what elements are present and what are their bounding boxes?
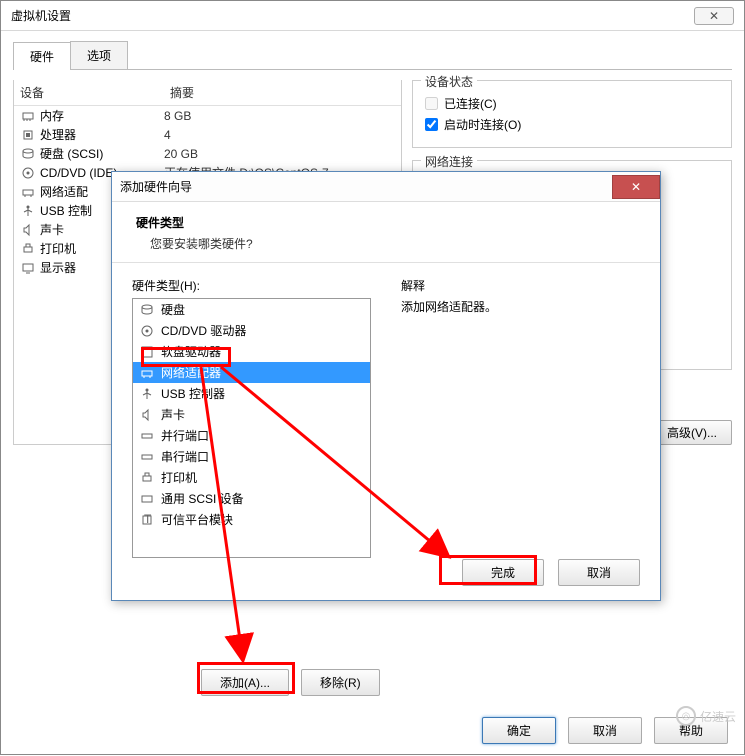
hardware-item-label: CD/DVD 驱动器 (161, 322, 246, 339)
watermark-text: 亿速云 (700, 708, 736, 725)
tpm-icon: T (139, 513, 155, 527)
device-row[interactable]: 内存 8 GB (14, 106, 401, 125)
net-icon (20, 185, 36, 199)
device-name: 处理器 (40, 126, 76, 143)
device-row[interactable]: 硬盘 (SCSI) 20 GB (14, 144, 401, 163)
device-summary: 20 GB (164, 147, 395, 161)
device-name: 网络适配 (40, 183, 88, 200)
hardware-item-label: 硬盘 (161, 301, 185, 318)
wizard-titlebar: 添加硬件向导 ✕ (112, 172, 660, 202)
window-title: 虚拟机设置 (11, 7, 71, 24)
display-icon (20, 261, 36, 275)
connect-on-start-label: 启动时连接(O) (444, 116, 521, 133)
col-device: 设备 (14, 80, 164, 105)
device-name: 打印机 (40, 240, 76, 257)
connect-on-start-checkbox[interactable]: 启动时连接(O) (425, 116, 719, 133)
hardware-item[interactable]: 串行端口 (133, 446, 370, 467)
hardware-item[interactable]: 硬盘 (133, 299, 370, 320)
netbox-title: 网络连接 (421, 153, 477, 170)
memory-icon (20, 109, 36, 123)
hardware-item-label: 声卡 (161, 406, 185, 423)
hardware-item-label: 网络适配器 (161, 364, 221, 381)
cpu-icon (20, 128, 36, 142)
device-name: 硬盘 (SCSI) (40, 145, 103, 162)
hardware-item[interactable]: 网络适配器 (133, 362, 370, 383)
scsi-icon (139, 492, 155, 506)
description-label: 解释 (401, 277, 640, 294)
description-text: 添加网络适配器。 (401, 298, 640, 315)
connected-input (425, 97, 438, 110)
device-status-group: 设备状态 已连接(C) 启动时连接(O) (412, 80, 732, 148)
titlebar: 虚拟机设置 ✕ (1, 1, 744, 31)
status-title: 设备状态 (421, 73, 477, 90)
wizard-header: 硬件类型 您要安装哪类硬件? (112, 202, 660, 263)
tab-hardware[interactable]: 硬件 (13, 42, 71, 70)
hardware-type-label: 硬件类型(H): (132, 277, 371, 294)
advanced-button[interactable]: 高级(V)... (652, 420, 732, 445)
hardware-item[interactable]: 并行端口 (133, 425, 370, 446)
hardware-type-list[interactable]: 硬盘 CD/DVD 驱动器软盘驱动器网络适配器 USB 控制器声卡并行端口串行端口打… (132, 298, 371, 558)
net-icon (139, 366, 155, 380)
port-icon (139, 429, 155, 443)
device-summary: 8 GB (164, 109, 395, 123)
connect-on-start-input[interactable] (425, 118, 438, 131)
hardware-item[interactable]: T 可信平台模块 (133, 509, 370, 530)
printer-icon (20, 242, 36, 256)
usb-icon (139, 387, 155, 401)
hardware-item-label: 串行端口 (161, 448, 209, 465)
wizard-title: 添加硬件向导 (120, 178, 192, 195)
device-row[interactable]: 处理器 4 (14, 125, 401, 144)
device-name: 声卡 (40, 221, 64, 238)
hardware-item-label: 软盘驱动器 (161, 343, 221, 360)
hardware-item[interactable]: 通用 SCSI 设备 (133, 488, 370, 509)
disk-icon (20, 147, 36, 161)
wizard-heading: 硬件类型 (136, 214, 636, 231)
watermark: ◎ 亿速云 (676, 706, 736, 726)
device-name: CD/DVD (IDE) (40, 166, 117, 180)
device-name: USB 控制 (40, 202, 92, 219)
wizard-cancel-button[interactable]: 取消 (558, 559, 640, 586)
sound-icon (20, 223, 36, 237)
hardware-item-label: 并行端口 (161, 427, 209, 444)
connected-label: 已连接(C) (444, 95, 497, 112)
ok-button[interactable]: 确定 (482, 717, 556, 744)
svg-text:T: T (144, 513, 152, 526)
hardware-item-label: 可信平台模块 (161, 511, 233, 528)
hardware-item-label: 打印机 (161, 469, 197, 486)
hardware-item[interactable]: USB 控制器 (133, 383, 370, 404)
device-summary: 4 (164, 128, 395, 142)
hardware-item[interactable]: 软盘驱动器 (133, 341, 370, 362)
remove-button[interactable]: 移除(R) (301, 669, 380, 696)
hardware-item-label: 通用 SCSI 设备 (161, 490, 244, 507)
device-name: 内存 (40, 107, 64, 124)
usb-icon (20, 204, 36, 218)
cancel-button[interactable]: 取消 (568, 717, 642, 744)
disk-icon (139, 303, 155, 317)
wizard-close-button[interactable]: ✕ (612, 175, 660, 199)
printer-icon (139, 471, 155, 485)
tab-options[interactable]: 选项 (70, 41, 128, 69)
tabstrip: 硬件 选项 (13, 41, 732, 70)
col-summary: 摘要 (164, 80, 401, 105)
sound-icon (139, 408, 155, 422)
watermark-icon: ◎ (676, 706, 696, 726)
hardware-item[interactable]: 声卡 (133, 404, 370, 425)
hardware-item-label: USB 控制器 (161, 385, 225, 402)
port-icon (139, 450, 155, 464)
hardware-item[interactable]: CD/DVD 驱动器 (133, 320, 370, 341)
add-button[interactable]: 添加(A)... (201, 669, 289, 696)
connected-checkbox[interactable]: 已连接(C) (425, 95, 719, 112)
floppy-icon (139, 345, 155, 359)
cd-icon (20, 166, 36, 180)
add-hardware-wizard: 添加硬件向导 ✕ 硬件类型 您要安装哪类硬件? 硬件类型(H): 硬盘 CD/DV… (111, 171, 661, 601)
wizard-subheading: 您要安装哪类硬件? (136, 235, 636, 252)
finish-button[interactable]: 完成 (462, 559, 544, 586)
hardware-item[interactable]: 打印机 (133, 467, 370, 488)
device-name: 显示器 (40, 259, 76, 276)
cd-icon (139, 324, 155, 338)
close-button[interactable]: ✕ (694, 7, 734, 25)
